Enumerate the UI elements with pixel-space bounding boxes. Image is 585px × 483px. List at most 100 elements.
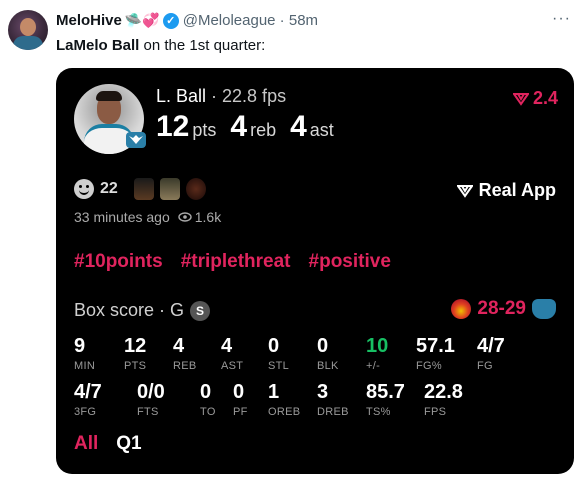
reaction-avatar-icon	[133, 178, 154, 200]
stat-value: 0/0	[137, 381, 165, 403]
stat-label: FG%	[416, 360, 442, 372]
stat-label: PF	[233, 406, 248, 418]
tab-all[interactable]: All	[74, 433, 98, 455]
card-meta: 33 minutes ago 1.6k	[74, 209, 221, 225]
stat-label: AST	[221, 360, 244, 372]
stat-label: TO	[200, 406, 216, 418]
reaction-avatar-icon	[185, 178, 206, 200]
stat-reb: 4 REB	[173, 335, 197, 372]
hashtag[interactable]: #positive	[309, 251, 391, 273]
more-options-icon[interactable]: ···	[552, 10, 571, 28]
hashtag[interactable]: #triplethreat	[181, 251, 291, 273]
player-name-line: L. Ball · 22.8 fps	[156, 86, 286, 107]
author-name[interactable]: MeloHive	[56, 12, 122, 29]
stat-label: PTS	[124, 360, 147, 372]
stat-pf: 0 PF	[233, 381, 248, 418]
player-fps: · 22.8 fps	[206, 86, 287, 106]
down-arrow-icon	[512, 92, 529, 106]
hornets-logo-icon	[126, 132, 146, 148]
game-score: 28-29	[451, 298, 556, 320]
reaction-avatar-icon	[159, 178, 180, 200]
hashtags: #10points #triplethreat #positive	[74, 251, 391, 273]
real-app-label: Real App	[478, 180, 556, 200]
reactions[interactable]: 22	[74, 178, 206, 200]
stat-label: MIN	[74, 360, 96, 372]
ast-value: 4	[290, 110, 307, 143]
hashtag[interactable]: #10points	[74, 251, 163, 273]
stat-fts: 0/0 FTS	[137, 381, 165, 418]
eye-icon	[178, 212, 192, 222]
box-score-label: Box score · G	[74, 300, 185, 320]
stat-value: 57.1	[416, 335, 455, 357]
tweet-text: LaMelo Ball on the 1st quarter:	[56, 37, 265, 54]
stat-label: OREB	[268, 406, 301, 418]
stat-3fg: 4/7 3FG	[74, 381, 102, 418]
stat-label: DREB	[317, 406, 349, 418]
real-app-link[interactable]: Real App	[456, 180, 556, 201]
reaction-count: 22	[100, 180, 118, 197]
pts-unit: pts	[192, 120, 217, 140]
reb-unit: reb	[250, 120, 277, 140]
stat-value: 4/7	[477, 335, 505, 357]
stat-fg-pct: 57.1 FG%	[416, 335, 455, 372]
avatar-face	[20, 18, 36, 36]
stat-label: 3FG	[74, 406, 97, 418]
stat-value: 3	[317, 381, 329, 403]
stat-label: FG	[477, 360, 493, 372]
stat-value: 9	[74, 335, 86, 357]
stat-fg: 4/7 FG	[477, 335, 505, 372]
stat-blk: 0 BLK	[317, 335, 339, 372]
author-emojis: 🛸💞	[124, 12, 160, 28]
reb-value: 4	[230, 110, 248, 143]
views-count: 1.6k	[194, 209, 222, 225]
avatar-shirt	[13, 36, 43, 50]
author-handle-time[interactable]: @Meloleague · 58m	[183, 12, 318, 29]
hornets-logo-icon	[532, 299, 556, 319]
stat-min: 9 MIN	[74, 335, 95, 372]
real-app-logo-icon	[456, 184, 473, 198]
period-tabs: All Q1	[74, 433, 142, 455]
stat-label: STL	[268, 360, 290, 372]
pts-value: 12	[156, 110, 190, 143]
author-avatar[interactable]	[8, 10, 48, 50]
box-score-title: Box score · G S	[74, 300, 211, 321]
tab-q1[interactable]: Q1	[116, 433, 141, 455]
stat-ast: 4 AST	[221, 335, 243, 372]
heat-logo-icon	[451, 299, 472, 319]
stat-value: 85.7	[366, 381, 405, 403]
stat-value: 4	[173, 335, 185, 357]
stat-stl: 0 STL	[268, 335, 289, 372]
stat-label: BLK	[317, 360, 339, 372]
stat-ts-pct: 85.7 TS%	[366, 381, 405, 418]
ast-unit: ast	[309, 120, 334, 140]
score-value: 28-29	[477, 298, 526, 319]
stat-value: 4	[221, 335, 233, 357]
stat-label: FTS	[137, 406, 159, 418]
smile-reaction-icon[interactable]	[74, 179, 94, 199]
stat-oreb: 1 OREB	[268, 381, 300, 418]
stat-to: 0 TO	[200, 381, 216, 418]
player-photo-hair	[96, 91, 122, 101]
stat-value: 1	[268, 381, 280, 403]
views: 1.6k	[178, 209, 221, 225]
stat-label: +/-	[366, 360, 381, 372]
verified-icon: ✓	[162, 12, 179, 29]
time-ago: 33 minutes ago	[74, 209, 170, 225]
stat-plus-minus: 10 +/-	[366, 335, 388, 372]
stat-fps: 22.8 FPS	[424, 381, 463, 418]
stat-label: FPS	[424, 406, 447, 418]
stat-value: 0	[200, 381, 212, 403]
tweet-text-bold: LaMelo Ball	[56, 37, 140, 54]
tweet-header: MeloHive 🛸💞 ✓ @Meloleague · 58m	[56, 12, 318, 29]
fps-delta: 2.4	[512, 88, 558, 109]
stat-value: 22.8	[424, 381, 463, 403]
stat-label: TS%	[366, 406, 391, 418]
stat-label: REB	[173, 360, 197, 372]
player-name: L. Ball	[156, 86, 207, 106]
stat-value: 0	[268, 335, 280, 357]
tweet-text-rest: on the 1st quarter:	[139, 37, 266, 54]
stat-value: 0	[233, 381, 245, 403]
stat-card[interactable]: L. Ball · 22.8 fps 12 pts 4 reb 4 ast 2.…	[56, 68, 574, 474]
stat-pts: 12 PTS	[124, 335, 146, 372]
starter-badge: S	[190, 300, 211, 321]
